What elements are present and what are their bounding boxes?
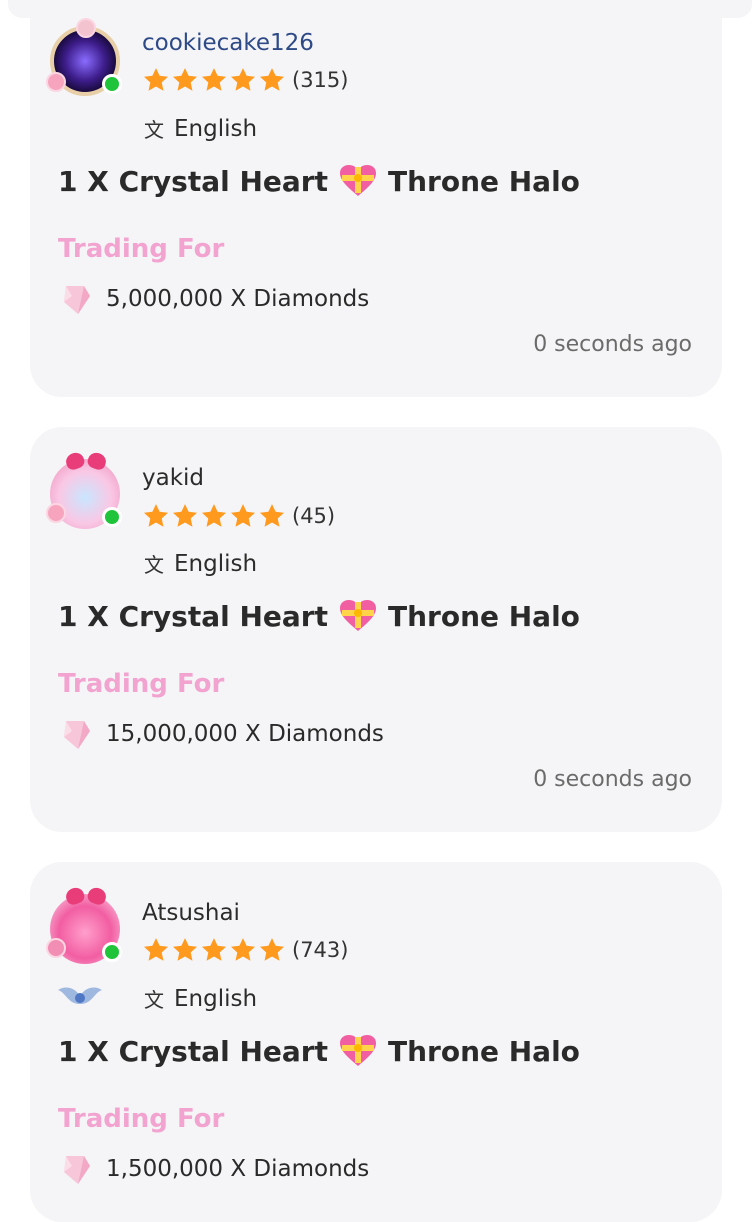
price: 5,000,000 X Diamonds [60, 282, 369, 316]
translate-icon: 文 [144, 118, 164, 142]
username[interactable]: Atsushai [142, 900, 240, 926]
star-icon [230, 504, 256, 527]
star-icon [172, 504, 198, 527]
trading-for-label: Trading For [58, 1104, 225, 1134]
price: 1,500,000 X Diamonds [60, 1152, 369, 1186]
star-rating [142, 502, 286, 530]
language-label: 文 English [142, 114, 257, 143]
bow-decoration [66, 888, 106, 906]
star-icon [259, 938, 285, 961]
flower-decoration [76, 18, 96, 38]
star-icon [143, 504, 169, 527]
seller-rating[interactable]: (743) [142, 936, 348, 964]
language-text: English [174, 550, 258, 577]
item-name-suffix: Throne Halo [387, 164, 580, 198]
translate-icon: 文 [144, 553, 164, 577]
star-icon [143, 938, 169, 961]
star-icon [143, 68, 169, 91]
language-text: English [174, 115, 258, 142]
flower-decoration [46, 938, 66, 958]
seller-rating[interactable]: (45) [142, 502, 335, 530]
diamond-icon [64, 721, 90, 749]
heart-with-ribbon-icon [338, 599, 378, 633]
star-icon [259, 68, 285, 91]
flower-decoration [46, 503, 66, 523]
item-name-suffix: Throne Halo [387, 599, 580, 633]
translate-icon: 文 [144, 988, 164, 1012]
language-label: 文 English [142, 984, 257, 1013]
diamond-icon [64, 286, 90, 314]
bow-decoration [66, 453, 106, 471]
trading-for-label: Trading For [58, 669, 225, 699]
star-icon [201, 938, 227, 961]
username[interactable]: cookiecake126 [142, 30, 314, 56]
username[interactable]: yakid [142, 465, 204, 491]
timestamp: 0 seconds ago [533, 332, 692, 357]
online-status-indicator [102, 507, 122, 527]
price-text: 1,500,000 X Diamonds [106, 1156, 370, 1182]
heart-with-ribbon-icon [338, 1034, 378, 1068]
seller-rating[interactable]: (315) [142, 66, 348, 94]
star-icon [172, 938, 198, 961]
flower-decoration [46, 72, 66, 92]
item-title: 1 X Crystal Heart Throne Halo [58, 599, 580, 633]
wings-badge-icon [58, 987, 102, 1004]
listing-card[interactable]: Atsushai (743) 文 English 1 X Crystal Hea… [30, 862, 722, 1222]
heart-with-ribbon-icon [338, 164, 378, 198]
online-status-indicator [102, 942, 122, 962]
item-title: 1 X Crystal Heart Throne Halo [58, 1034, 580, 1068]
trading-for-label: Trading For [58, 234, 225, 264]
language-text: English [174, 985, 258, 1012]
price-text: 15,000,000 X Diamonds [106, 721, 384, 747]
item-name-prefix: 1 X Crystal Heart [58, 164, 328, 198]
item-name-prefix: 1 X Crystal Heart [58, 599, 328, 633]
listing-card[interactable]: yakid (45) 文 English 1 X Crystal Heart T… [30, 427, 722, 832]
avatar[interactable] [46, 18, 126, 102]
avatar[interactable] [46, 892, 126, 970]
star-icon [201, 504, 227, 527]
rating-count: (45) [292, 504, 336, 528]
language-label: 文 English [142, 549, 257, 578]
star-icon [172, 68, 198, 91]
price-text: 5,000,000 X Diamonds [106, 286, 370, 312]
star-rating [142, 66, 286, 94]
online-status-indicator [102, 74, 122, 94]
star-icon [201, 68, 227, 91]
avatar[interactable] [46, 457, 126, 535]
item-name-suffix: Throne Halo [387, 1034, 580, 1068]
rating-count: (743) [292, 938, 349, 962]
listing-card[interactable]: cookiecake126 (315) 文 English 1 X Crysta… [30, 0, 722, 397]
star-icon [230, 938, 256, 961]
star-rating [142, 936, 286, 964]
star-icon [230, 68, 256, 91]
rating-count: (315) [292, 68, 349, 92]
item-title: 1 X Crystal Heart Throne Halo [58, 164, 580, 198]
item-name-prefix: 1 X Crystal Heart [58, 1034, 328, 1068]
timestamp: 0 seconds ago [533, 767, 692, 792]
diamond-icon [64, 1156, 90, 1184]
star-icon [259, 504, 285, 527]
price: 15,000,000 X Diamonds [60, 717, 384, 751]
